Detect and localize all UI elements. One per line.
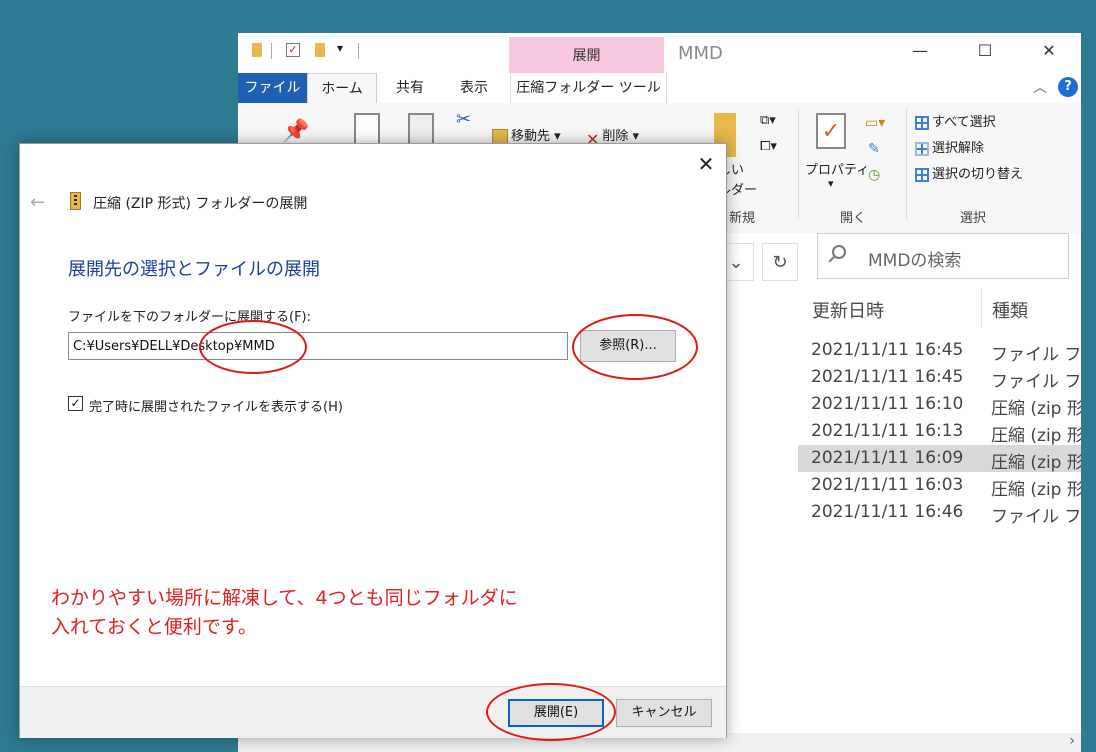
file-type: 圧縮 (zip 形 <box>991 426 1081 446</box>
search-placeholder: MMDの検索 <box>868 251 962 271</box>
dialog-heading: 展開先の選択とファイルの展開 <box>68 259 320 280</box>
history-icon[interactable]: ◷ <box>868 167 880 183</box>
invert-selection-label: 選択の切り替え <box>932 167 1024 182</box>
file-row[interactable]: 2021/11/11 16:10 圧縮 (zip 形 <box>798 391 1081 419</box>
group-select-label: 選択 <box>960 211 987 226</box>
file-date: 2021/11/11 16:46 <box>811 502 964 522</box>
zip-folder-icon <box>70 192 81 210</box>
toolbar-divider <box>271 43 272 59</box>
new-folder-quick-icon[interactable] <box>315 43 325 57</box>
annotation-note-line1: わかりやすい場所に解凍して、4つとも同じフォルダに <box>51 587 518 609</box>
edit-icon[interactable]: ✎ <box>868 141 880 157</box>
refresh-icon[interactable]: ↻ <box>762 243 798 281</box>
dialog-caption: 圧縮 (ZIP 形式) フォルダーの展開 <box>93 196 308 212</box>
scroll-right-icon[interactable]: › <box>1069 733 1075 749</box>
file-row-selected[interactable]: 2021/11/11 16:09 圧縮 (zip 形 <box>798 445 1081 473</box>
open-icon[interactable]: ▭▾ <box>865 115 885 131</box>
tab-share[interactable]: 共有 <box>380 73 440 103</box>
file-type: ファイル フォ <box>991 372 1081 392</box>
delete-label: 削除 <box>602 129 629 144</box>
invert-selection-icon <box>915 167 929 182</box>
easy-access-icon[interactable]: ⧠▾ <box>760 139 777 154</box>
delete-icon: ✕ <box>586 129 600 149</box>
close-icon[interactable]: ✕ <box>694 152 718 176</box>
file-date: 2021/11/11 16:13 <box>811 421 964 441</box>
file-date: 2021/11/11 16:03 <box>811 475 964 495</box>
extract-dialog: ✕ ← 圧縮 (ZIP 形式) フォルダーの展開 展開先の選択とファイルの展開 … <box>19 143 727 738</box>
annotation-ellipse-browse <box>572 314 698 380</box>
file-date: 2021/11/11 16:10 <box>811 394 964 414</box>
tab-file[interactable]: ファイル <box>238 73 307 103</box>
customize-toolbar-icon[interactable]: ▾ <box>337 41 343 55</box>
contextual-tab-header: 展開 <box>509 37 664 73</box>
file-row[interactable]: 5 2021/11/11 16:45 ファイル フォ <box>716 364 1081 392</box>
help-icon[interactable]: ? <box>1058 77 1078 97</box>
new-item-icon[interactable]: ⧉▾ <box>760 113 776 128</box>
group-divider <box>906 109 907 219</box>
collapse-ribbon-icon[interactable]: ︿ <box>1033 77 1047 97</box>
file-type: 圧縮 (zip 形 <box>991 480 1081 500</box>
column-header-type[interactable]: 種類 <box>992 297 1028 323</box>
annotation-ellipse-extract <box>486 683 616 741</box>
search-icon <box>832 245 846 259</box>
ribbon-tabs: ファイル ホーム 共有 表示 圧縮フォルダー ツール <box>238 73 1081 104</box>
select-none-icon <box>915 141 929 156</box>
minimize-icon[interactable]: — <box>905 41 935 60</box>
back-arrow-icon[interactable]: ← <box>30 192 45 213</box>
properties-quick-icon[interactable]: ✓ <box>286 43 300 57</box>
invert-selection-button[interactable]: 選択の切り替え <box>915 163 1023 182</box>
properties-icon[interactable]: ✓ <box>816 113 846 149</box>
annotation-note-line2: 入れておくと便利です。 <box>51 616 257 638</box>
show-files-checkbox[interactable]: ✓ <box>68 396 83 411</box>
move-to-label: 移動先 <box>511 129 551 144</box>
column-header-modified[interactable]: 更新日時 <box>812 297 884 323</box>
file-date: 2021/11/11 16:45 <box>811 340 964 360</box>
select-all-button[interactable]: すべて選択 <box>915 111 996 130</box>
window-title: MMD <box>678 43 723 64</box>
file-date: 2021/11/11 16:45 <box>811 367 964 387</box>
file-date: 2021/11/11 16:09 <box>811 448 964 468</box>
select-none-label: 選択解除 <box>932 141 985 156</box>
file-row[interactable]: 2021/11/11 16:45 ファイル フォ <box>798 337 1081 365</box>
cut-icon[interactable]: ✂ <box>456 109 471 130</box>
file-row[interactable]: 2021/11/11 16:13 圧縮 (zip 形 <box>798 418 1081 446</box>
file-type: 圧縮 (zip 形 <box>991 453 1081 473</box>
file-row[interactable]: 5 2021/11/11 16:03 圧縮 (zip 形 <box>716 472 1081 500</box>
tab-home[interactable]: ホーム <box>307 73 377 104</box>
cancel-button[interactable]: キャンセル <box>616 699 712 727</box>
select-all-icon <box>915 115 929 130</box>
file-type: 圧縮 (zip 形 <box>991 399 1081 419</box>
file-type: ファイル フォ <box>991 507 1081 527</box>
properties-dropdown-icon[interactable]: ▾ <box>828 177 834 190</box>
pin-icon[interactable]: 📌 <box>282 119 309 144</box>
search-box[interactable]: MMDの検索 <box>817 233 1069 279</box>
explorer-titlebar: ✓ ▾ 展開 MMD — ☐ ✕ <box>238 33 1081 73</box>
select-all-label: すべて選択 <box>932 115 996 130</box>
file-type: ファイル フォ <box>991 345 1081 365</box>
paste-icon[interactable] <box>408 113 434 145</box>
move-to-button[interactable]: 移動先 ▾ <box>492 125 561 145</box>
close-icon[interactable]: ✕ <box>1034 41 1064 60</box>
file-row[interactable]: 2021/11/11 16:46 ファイル フォ <box>798 499 1081 527</box>
group-new-label: 新規 <box>729 211 756 226</box>
annotation-ellipse-path <box>199 320 307 374</box>
tab-view[interactable]: 表示 <box>442 73 506 103</box>
properties-label[interactable]: プロパティ <box>805 159 869 178</box>
dialog-footer: 展開(E) キャンセル <box>20 686 726 738</box>
destination-input[interactable] <box>68 332 568 360</box>
select-none-button[interactable]: 選択解除 <box>915 137 984 156</box>
show-files-label[interactable]: 完了時に展開されたファイルを表示する(H) <box>89 396 343 415</box>
toolbar-divider <box>358 43 359 59</box>
tab-compressed-folder-tools[interactable]: 圧縮フォルダー ツール <box>510 73 667 103</box>
annotation-note: わかりやすい場所に解凍して、4つとも同じフォルダに 入れておくと便利です。 <box>51 584 518 642</box>
copy-icon[interactable] <box>354 113 380 145</box>
group-divider <box>798 109 799 219</box>
column-divider[interactable] <box>981 288 982 328</box>
delete-button[interactable]: ✕ 削除 ▾ <box>586 125 639 149</box>
folder-icon[interactable] <box>252 43 262 57</box>
maximize-icon[interactable]: ☐ <box>970 41 1000 60</box>
group-open-label: 開く <box>840 211 867 226</box>
